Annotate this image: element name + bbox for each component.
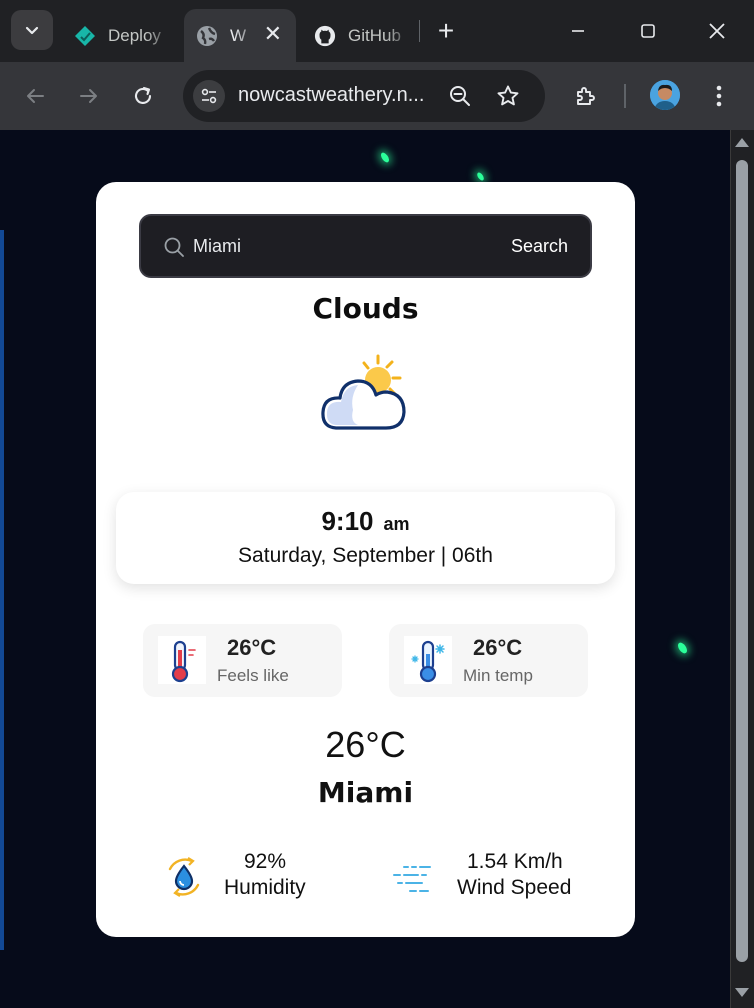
close-window-button[interactable] xyxy=(697,12,737,50)
back-button[interactable] xyxy=(17,78,53,114)
feels-like-stat: 26°C Feels like xyxy=(143,624,342,697)
url-text[interactable]: nowcastweathery.n... xyxy=(238,84,424,107)
feels-like-value: 26°C xyxy=(227,635,277,660)
arrow-right-icon xyxy=(80,89,97,103)
page-scrollbar[interactable] xyxy=(730,130,754,1008)
site-info-button[interactable] xyxy=(193,80,225,112)
scroll-down-arrow[interactable] xyxy=(735,988,749,997)
bookmark-button[interactable] xyxy=(495,83,521,109)
maximize-icon xyxy=(641,24,655,38)
maximize-button[interactable] xyxy=(628,12,668,50)
reload-button[interactable] xyxy=(125,78,161,114)
min-temp-stat: 26°C Min temp xyxy=(389,624,588,697)
search-icon xyxy=(164,237,184,257)
min-temp-value: 26°C xyxy=(473,635,523,660)
feels-like-label: Feels like xyxy=(217,666,289,685)
thermometer-hot-icon xyxy=(158,636,206,684)
page-background: Search Clouds 9:10 am Saturday, September… xyxy=(0,130,730,1008)
background-sparkle xyxy=(379,151,391,164)
tab-strip: Deploy W ✕ GitHub + xyxy=(0,0,754,62)
time-period: am xyxy=(383,514,410,534)
github-icon xyxy=(314,25,336,47)
cloud-sun-icon xyxy=(321,354,406,430)
chevron-down-icon xyxy=(25,26,39,35)
search-bar: Search xyxy=(139,214,592,278)
background-sparkle xyxy=(676,641,689,655)
tab-divider xyxy=(419,20,420,42)
extensions-button[interactable] xyxy=(568,78,604,114)
toolbar-divider xyxy=(624,84,626,108)
weather-condition: Clouds xyxy=(312,292,419,325)
background-sparkle xyxy=(475,171,486,182)
forward-button[interactable] xyxy=(71,78,107,114)
search-input[interactable] xyxy=(193,228,453,264)
netlify-diamond-icon xyxy=(74,25,96,47)
tune-icon xyxy=(201,88,217,104)
humidity-label: Humidity xyxy=(224,876,306,899)
scrollbar-thumb[interactable] xyxy=(736,160,748,962)
close-icon xyxy=(709,23,725,39)
address-bar[interactable]: nowcastweathery.n... xyxy=(183,70,545,122)
wind-label: Wind Speed xyxy=(457,876,572,899)
current-date: Saturday, September | 06th xyxy=(238,544,493,567)
new-tab-button[interactable]: + xyxy=(432,14,460,48)
close-tab-icon[interactable]: ✕ xyxy=(264,21,282,47)
tab-weather-active[interactable]: W ✕ xyxy=(184,9,296,62)
wind-icon xyxy=(393,866,431,892)
city-name: Miami xyxy=(317,776,414,809)
min-temp-label: Min temp xyxy=(463,666,533,685)
minimize-button[interactable] xyxy=(558,12,598,50)
reload-icon xyxy=(135,86,152,104)
globe-icon xyxy=(196,25,218,47)
humidity-value: 92% xyxy=(244,850,287,873)
humidity-stat: 92% Humidity xyxy=(162,847,362,907)
search-button[interactable]: Search xyxy=(511,230,568,262)
time-panel: 9:10 am Saturday, September | 06th xyxy=(116,492,615,584)
humidity-icon xyxy=(168,857,200,897)
zoom-button[interactable] xyxy=(447,83,473,109)
current-time: 9:10 am xyxy=(116,506,615,537)
wind-stat: 1.54 Km/h Wind Speed xyxy=(390,847,590,907)
thermometer-cold-icon xyxy=(404,636,452,684)
browser-toolbar: nowcastweathery.n... xyxy=(0,62,754,130)
weather-card: Search Clouds 9:10 am Saturday, September… xyxy=(96,182,635,937)
tab-deploy[interactable]: Deploy xyxy=(62,9,172,62)
tab-search-button[interactable] xyxy=(11,10,53,50)
profile-avatar[interactable] xyxy=(650,80,680,110)
profile-avatar-icon xyxy=(650,80,680,110)
menu-button[interactable] xyxy=(701,78,737,114)
current-temperature: 26°C xyxy=(325,724,406,765)
background-edge xyxy=(0,230,4,950)
tab-github[interactable]: GitHub xyxy=(304,9,412,62)
arrow-left-icon xyxy=(27,89,44,103)
zoom-out-icon xyxy=(450,86,470,106)
more-vert-icon xyxy=(716,85,722,107)
puzzle-icon xyxy=(577,87,595,105)
wind-value: 1.54 Km/h xyxy=(467,850,563,873)
minimize-icon xyxy=(572,30,584,32)
scroll-up-arrow[interactable] xyxy=(735,138,749,147)
star-icon xyxy=(497,85,519,106)
time-value: 9:10 xyxy=(321,506,374,536)
